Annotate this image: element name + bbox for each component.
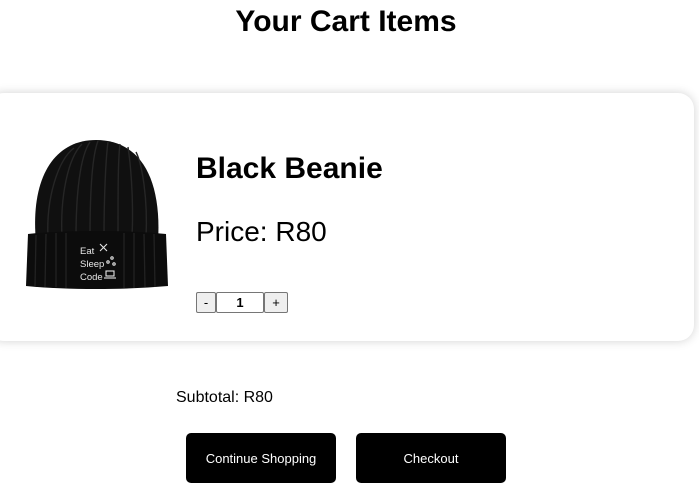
product-price: Price: R80: [196, 216, 327, 247]
svg-text:Code: Code: [80, 272, 103, 283]
checkout-button[interactable]: Checkout: [356, 433, 506, 483]
quantity-decrement-button[interactable]: -: [196, 292, 216, 313]
cart-subtotal: Subtotal: R80: [176, 389, 273, 406]
product-image: Eat Sleep Code: [24, 138, 170, 290]
quantity-input[interactable]: [216, 292, 264, 313]
product-name: Black Beanie: [196, 152, 383, 185]
quantity-increment-button[interactable]: +: [264, 292, 288, 313]
svg-text:Eat: Eat: [80, 246, 95, 257]
continue-shopping-button[interactable]: Continue Shopping: [186, 433, 336, 483]
beanie-icon: Eat Sleep Code: [26, 140, 168, 289]
page-title: Your Cart Items: [235, 5, 457, 38]
svg-text:Sleep: Sleep: [80, 259, 104, 270]
